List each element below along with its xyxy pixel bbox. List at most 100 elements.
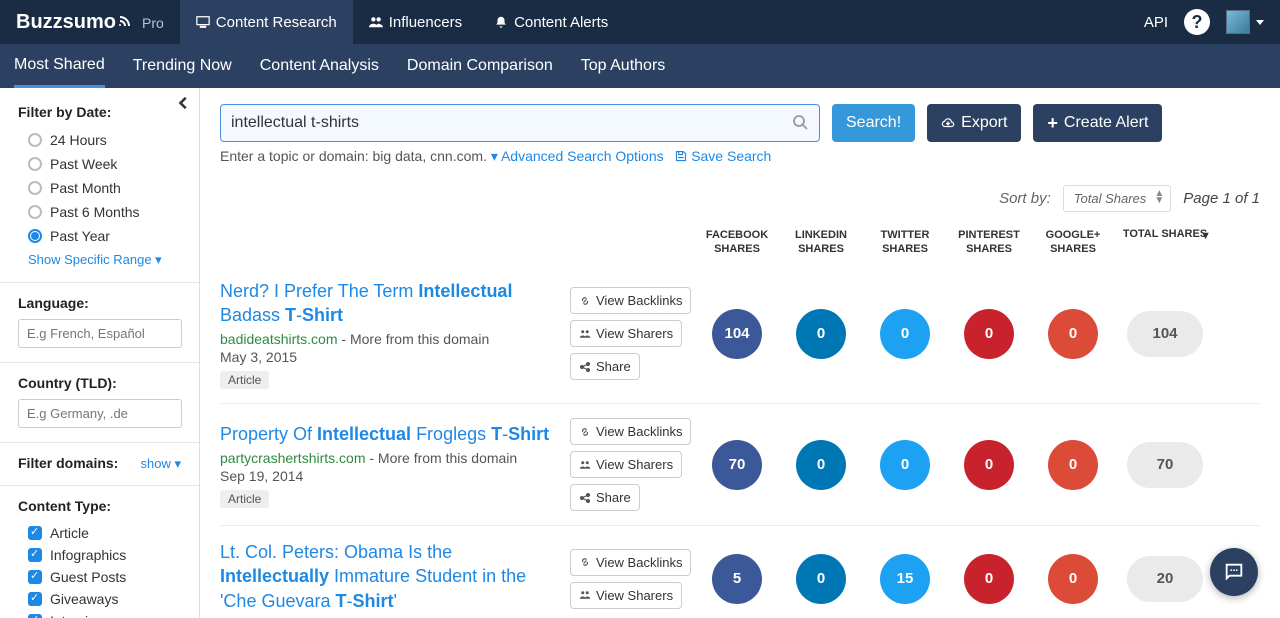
pinterest-shares: 0 [964, 440, 1014, 490]
sub-nav: Most Shared Trending Now Content Analysi… [0, 44, 1280, 88]
linkedin-shares: 0 [796, 554, 846, 604]
monitor-icon [196, 15, 210, 29]
content-type-option[interactable]: Giveaways [0, 588, 199, 610]
subnav-trending[interactable]: Trending Now [133, 46, 232, 86]
view-sharers-button[interactable]: View Sharers [570, 451, 682, 478]
result-domain[interactable]: partycrashertshirts.com [220, 450, 365, 466]
search-box [220, 104, 820, 142]
sort-label: Sort by: [999, 190, 1051, 207]
logo-pro: Pro [142, 1, 164, 45]
help-icon[interactable]: ? [1184, 9, 1210, 35]
users-icon [579, 328, 591, 340]
share-icon [579, 361, 591, 373]
pagination-info: Page 1 of 1 [1183, 190, 1260, 207]
topbar-right: API ? [1144, 9, 1280, 35]
googleplus-shares: 0 [1048, 309, 1098, 359]
subnav-domain-comparison[interactable]: Domain Comparison [407, 46, 553, 86]
view-sharers-button[interactable]: View Sharers [570, 320, 682, 347]
search-icon[interactable] [792, 114, 808, 130]
total-shares: 20 [1127, 556, 1203, 602]
date-option[interactable]: Past 6 Months [0, 200, 199, 224]
nav-label: Influencers [389, 14, 462, 31]
view-sharers-button[interactable]: View Sharers [570, 582, 682, 609]
save-search-link[interactable]: Save Search [675, 148, 771, 164]
bell-icon [494, 15, 508, 29]
article-tag: Article [220, 371, 269, 389]
signal-icon [118, 14, 136, 28]
googleplus-shares: 0 [1048, 554, 1098, 604]
results-header: FACEBOOK SHARES LINKEDIN SHARES TWITTER … [220, 222, 1260, 265]
checkbox-icon [28, 570, 42, 584]
total-shares: 70 [1127, 442, 1203, 488]
link-icon [579, 295, 591, 307]
nav-influencers[interactable]: Influencers [353, 0, 478, 44]
content-type-option[interactable]: Guest Posts [0, 566, 199, 588]
subnav-top-authors[interactable]: Top Authors [581, 46, 666, 86]
search-button[interactable]: Search! [832, 104, 915, 142]
article-tag: Article [220, 490, 269, 508]
subnav-most-shared[interactable]: Most Shared [14, 45, 105, 88]
collapse-sidebar[interactable] [177, 96, 191, 110]
radio-icon [28, 229, 42, 243]
advanced-search-link[interactable]: ▾ Advanced Search Options [491, 148, 664, 164]
main-content: Search! Export + Create Alert Enter a to… [200, 88, 1280, 618]
user-menu[interactable] [1226, 10, 1264, 34]
api-link[interactable]: API [1144, 14, 1168, 31]
users-icon [579, 459, 591, 471]
date-option[interactable]: Past Year [0, 224, 199, 248]
result-row: Nerd? I Prefer The Term Intellectual Bad… [220, 265, 1260, 404]
col-facebook: FACEBOOK SHARES [695, 228, 779, 257]
radio-icon [28, 181, 42, 195]
linkedin-shares: 0 [796, 309, 846, 359]
facebook-shares: 70 [712, 440, 762, 490]
radio-icon [28, 205, 42, 219]
share-button[interactable]: Share [570, 353, 640, 380]
subnav-analysis[interactable]: Content Analysis [260, 46, 379, 86]
export-button[interactable]: Export [927, 104, 1021, 142]
result-title[interactable]: Property Of Intellectual Froglegs T-Shir… [220, 422, 558, 446]
sidebar: Filter by Date: 24 HoursPast WeekPast Mo… [0, 88, 200, 618]
language-input[interactable] [18, 319, 182, 348]
view-backlinks-button[interactable]: View Backlinks [570, 549, 691, 576]
country-input[interactable] [18, 399, 182, 428]
link-icon [579, 556, 591, 568]
view-backlinks-button[interactable]: View Backlinks [570, 418, 691, 445]
date-option[interactable]: 24 Hours [0, 128, 199, 152]
content-type-option[interactable]: Interviews [0, 610, 199, 618]
date-option[interactable]: Past Week [0, 152, 199, 176]
col-linkedin: LINKEDIN SHARES [779, 228, 863, 257]
result-title[interactable]: Nerd? I Prefer The Term Intellectual Bad… [220, 279, 558, 328]
arrow-left-icon [177, 96, 191, 110]
content-type-option[interactable]: Infographics [0, 544, 199, 566]
avatar [1226, 10, 1250, 34]
plus-icon: + [1047, 116, 1058, 130]
linkedin-shares: 0 [796, 440, 846, 490]
content-type-heading: Content Type: [18, 498, 181, 514]
col-total[interactable]: TOTAL SHARES ▼ [1115, 228, 1215, 257]
nav-content-alerts[interactable]: Content Alerts [478, 0, 624, 44]
content-type-option[interactable]: Article [0, 522, 199, 544]
checkbox-icon [28, 548, 42, 562]
result-title[interactable]: Lt. Col. Peters: Obama Is the Intellectu… [220, 540, 558, 613]
share-button[interactable]: Share [570, 484, 640, 511]
checkbox-icon [28, 614, 42, 618]
show-domains-link[interactable]: show ▾ [141, 456, 182, 472]
filter-domains-heading: Filter domains: [18, 455, 118, 471]
nav-label: Content Research [216, 14, 337, 31]
language-heading: Language: [18, 295, 181, 311]
total-shares: 104 [1127, 311, 1203, 357]
chat-widget[interactable] [1210, 548, 1258, 596]
nav-content-research[interactable]: Content Research [180, 0, 353, 44]
col-twitter: TWITTER SHARES [863, 228, 947, 257]
logo[interactable]: Buzzsumo Pro [0, 0, 180, 44]
view-backlinks-button[interactable]: View Backlinks [570, 287, 691, 314]
sort-select[interactable]: Total Shares ▲▼ [1063, 185, 1172, 212]
save-icon [675, 150, 687, 162]
googleplus-shares: 0 [1048, 440, 1098, 490]
search-hint: Enter a topic or domain: big data, cnn.c… [220, 148, 1260, 165]
search-input[interactable] [220, 104, 820, 142]
show-specific-range[interactable]: Show Specific Range ▾ [0, 248, 199, 276]
result-domain[interactable]: badideatshirts.com [220, 331, 338, 347]
create-alert-button[interactable]: + Create Alert [1033, 104, 1162, 142]
date-option[interactable]: Past Month [0, 176, 199, 200]
